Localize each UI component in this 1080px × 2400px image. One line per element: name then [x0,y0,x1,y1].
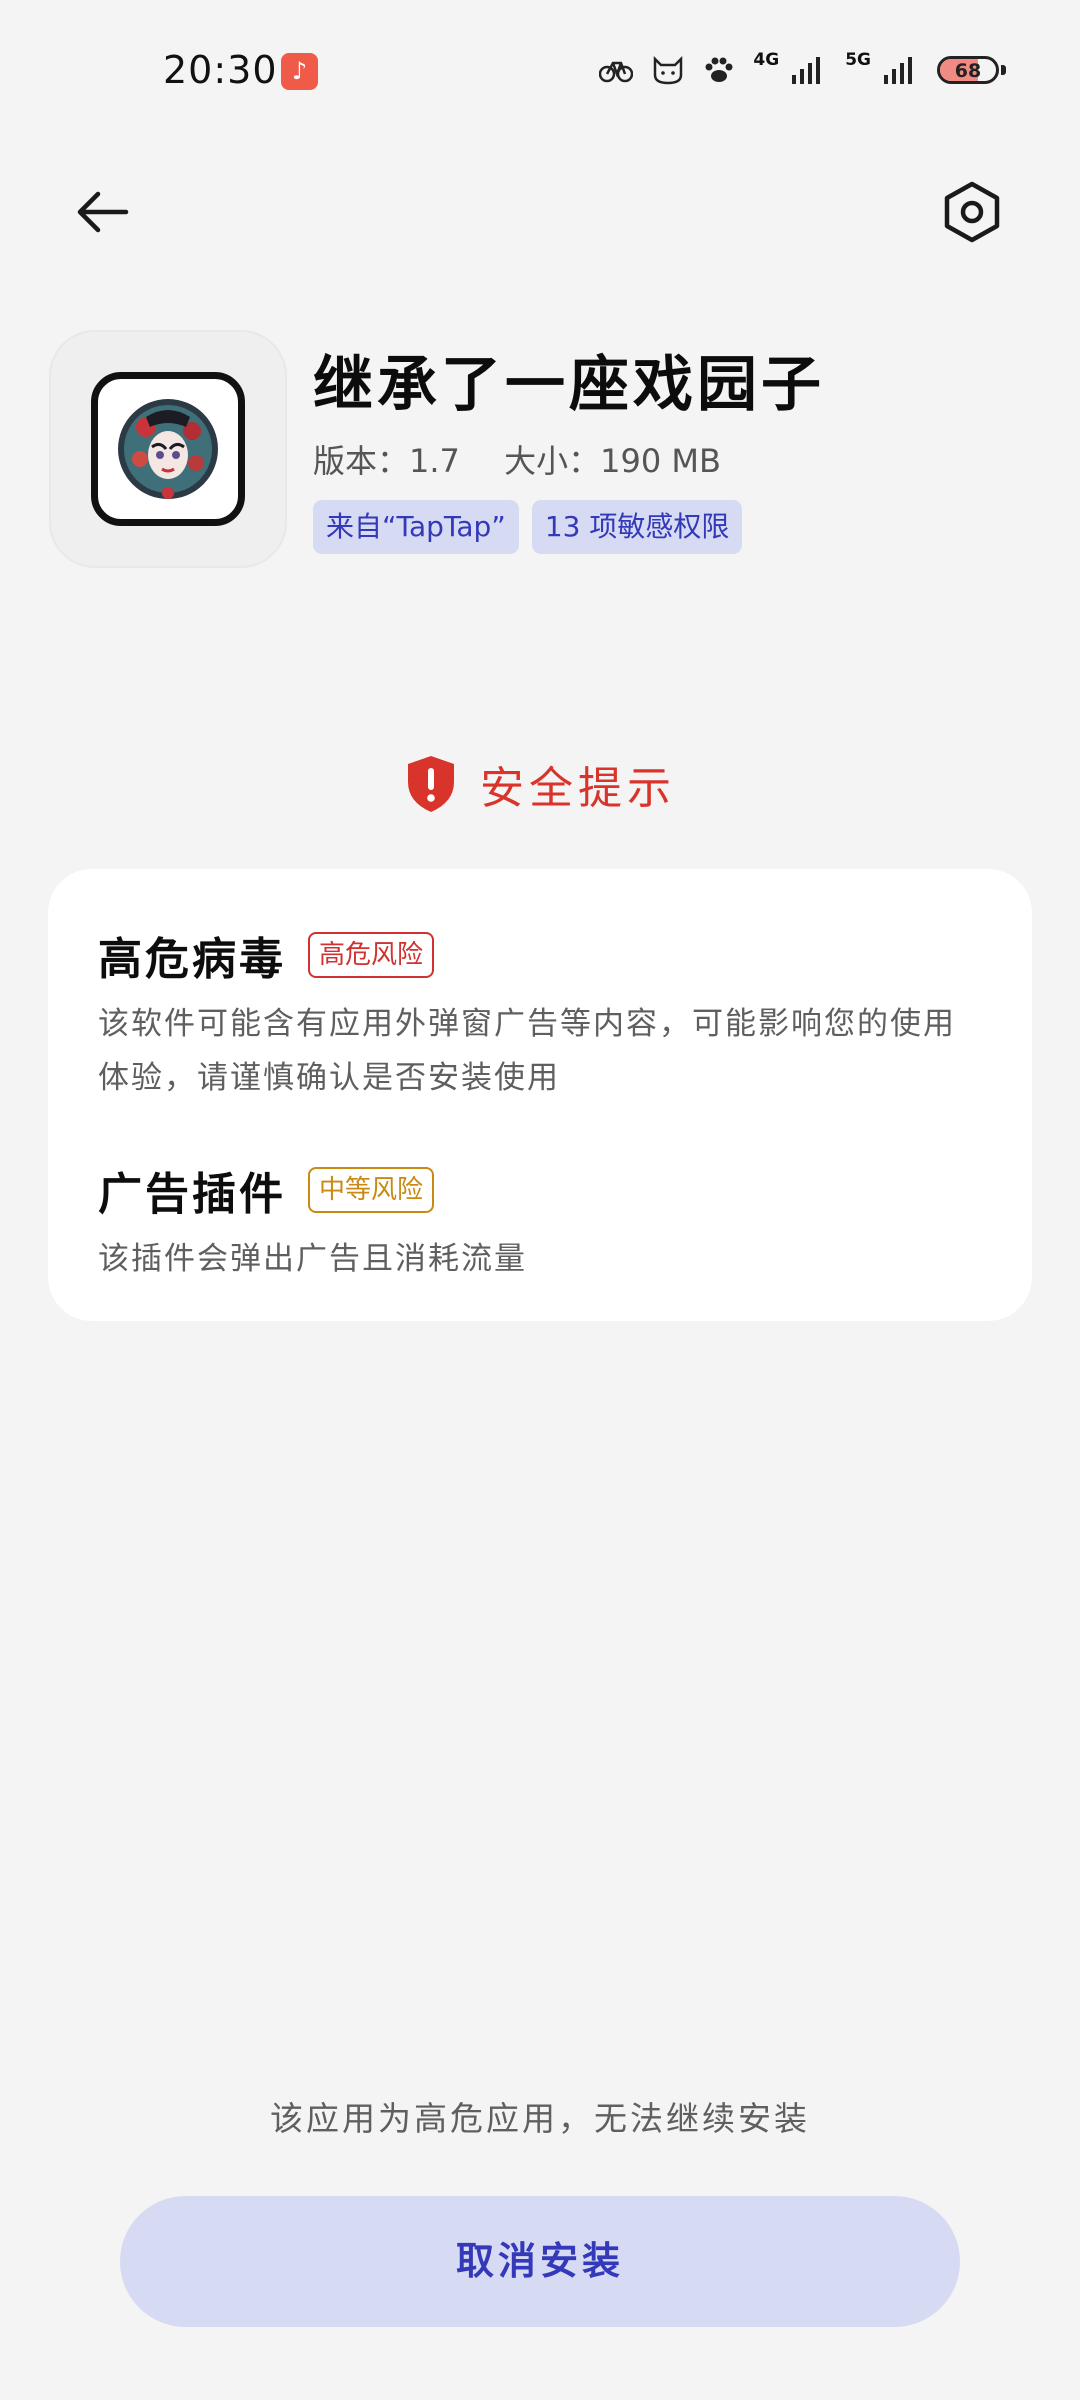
risk-item-ad-plugin: 广告插件 中等风险 该插件会弹出广告且消耗流量 [98,1158,982,1286]
hexagon-settings-icon [944,181,1000,243]
battery-level: 68 [954,60,982,82]
install-blocked-note: 该应用为高危应用，无法继续安装 [270,2099,810,2138]
cancel-install-button[interactable]: 取消安装 [120,2196,960,2327]
battery-icon: 68 [937,56,999,84]
app-version: 版本：1.7 [313,442,460,480]
app-chips: 来自“TapTap” 13 项敏感权限 [313,500,743,554]
network-label-1: 4G [753,50,780,70]
bicycle-icon [599,61,634,83]
risk-head: 高危病毒 高危风险 [98,923,982,987]
status-time: 20:30 [163,48,278,92]
battery-tip [1001,65,1006,75]
opera-mask-icon [118,399,218,499]
app-title: 继承了一座戏园子 [313,350,825,420]
risk-head: 广告插件 中等风险 [98,1158,982,1222]
size-label: 大小： [504,442,601,480]
safety-heading: 安全提示 [0,752,1080,816]
signal-icon [884,57,912,84]
risk-tag-high: 高危风险 [308,932,435,978]
shield-alert-icon [408,756,454,812]
music-note-icon: ♪ [281,53,318,90]
risk-item-high-virus: 高危病毒 高危风险 该软件可能含有应用外弹窗广告等内容，可能影响您的使用体验，请… [98,923,982,1105]
permissions-chip[interactable]: 13 项敏感权限 [531,500,743,554]
risk-name: 高危病毒 [98,934,286,985]
arrow-left-icon [77,191,129,233]
paw-icon [705,57,733,82]
version-value: 1.7 [409,442,460,480]
app-icon-frame [91,372,245,526]
back-button[interactable] [62,172,142,252]
status-bar: 20:30 ♪ 4G 5G 68 [0,0,1080,140]
status-icons: 4G 5G 68 [599,50,1006,90]
signal-icon [792,57,821,84]
risk-card: 高危病毒 高危风险 该软件可能含有应用外弹窗广告等内容，可能影响您的使用体验，请… [48,869,1032,1321]
source-chip[interactable]: 来自“TapTap” [313,500,519,554]
version-label: 版本： [313,442,410,480]
app-icon [49,330,287,568]
risk-tag-medium: 中等风险 [308,1167,435,1213]
app-meta: 版本：1.7 大小：190 MB [313,436,755,482]
network-label-2: 5G [845,50,871,70]
app-size: 大小：190 MB [504,442,721,480]
risk-description: 该插件会弹出广告且消耗流量 [98,1241,527,1277]
settings-button[interactable] [932,172,1012,252]
safety-title: 安全提示 [480,763,676,814]
risk-name: 广告插件 [98,1169,286,1220]
size-value: 190 MB [600,442,721,480]
cat-icon [654,55,683,85]
risk-description: 该软件可能含有应用外弹窗广告等内容，可能影响您的使用体验，请谨慎确认是否安装使用 [98,1006,956,1096]
